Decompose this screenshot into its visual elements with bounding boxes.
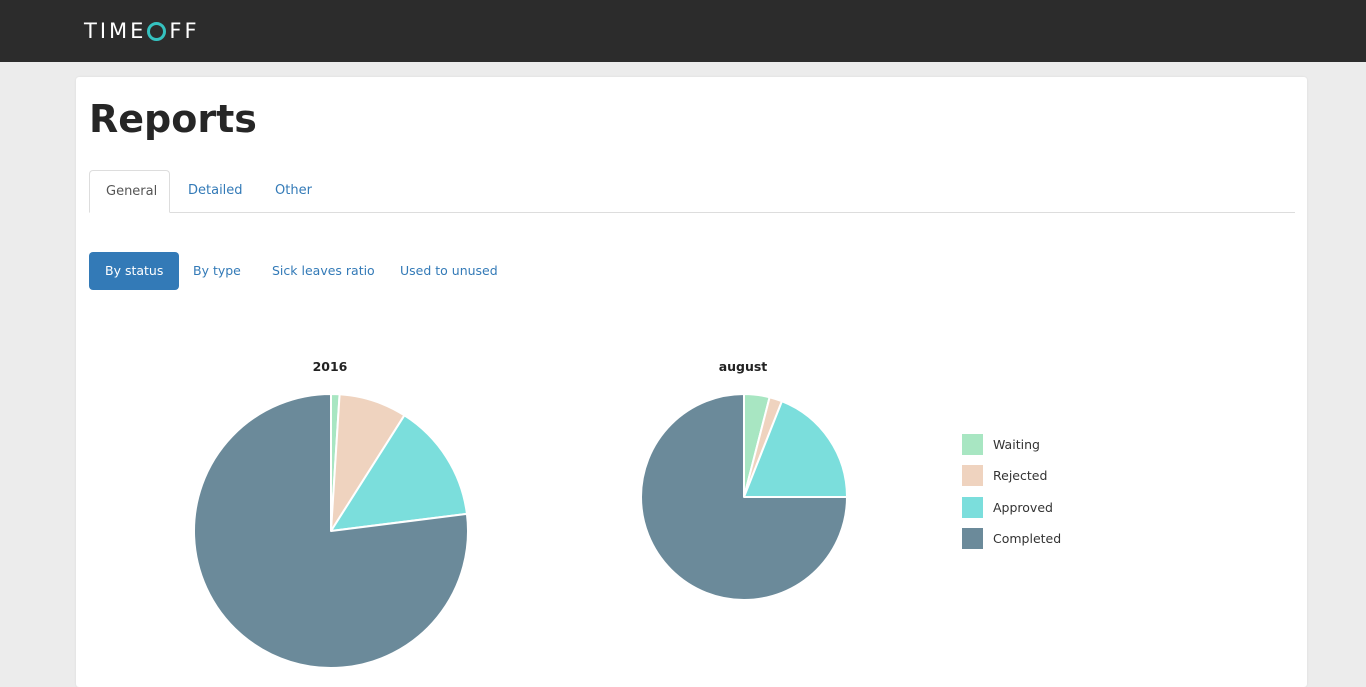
logo-text-left: TIME	[84, 19, 147, 43]
timeoff-logo[interactable]: TIME FF	[84, 18, 200, 44]
pill-used-to-unused[interactable]: Used to unused	[400, 252, 498, 290]
tab-detailed[interactable]: Detailed	[172, 170, 259, 212]
legend-item-rejected: Rejected	[962, 465, 1102, 487]
legend-label-waiting: Waiting	[993, 437, 1040, 452]
reports-panel: Reports General Detailed Other By status…	[76, 77, 1307, 687]
logo-text-right: FF	[169, 19, 200, 43]
top-navbar: TIME FF	[0, 0, 1366, 62]
tab-general[interactable]: General	[89, 170, 170, 213]
legend-label-completed: Completed	[993, 531, 1062, 546]
legend-item-waiting: Waiting	[962, 434, 1102, 456]
legend-swatch-approved	[962, 497, 983, 518]
pie-chart-august	[640, 393, 848, 601]
pill-by-status[interactable]: By status	[89, 252, 180, 290]
legend-swatch-completed	[962, 528, 983, 549]
tab-other[interactable]: Other	[259, 170, 328, 212]
legend-label-rejected: Rejected	[993, 468, 1048, 483]
legend-item-completed: Completed	[962, 528, 1102, 550]
legend-swatch-waiting	[962, 434, 983, 455]
report-tabs: General Detailed Other	[89, 170, 1295, 213]
pill-sick-leaves-ratio[interactable]: Sick leaves ratio	[272, 252, 375, 290]
legend-item-approved: Approved	[962, 497, 1102, 519]
pill-by-type[interactable]: By type	[193, 252, 241, 290]
legend-swatch-rejected	[962, 465, 983, 486]
logo-o-ring-icon	[147, 21, 167, 41]
chart-title-august: august	[718, 359, 768, 374]
page-title: Reports	[89, 97, 257, 141]
chart-title-2016: 2016	[312, 359, 348, 374]
legend-label-approved: Approved	[993, 500, 1053, 515]
pie-chart-2016	[193, 393, 469, 669]
